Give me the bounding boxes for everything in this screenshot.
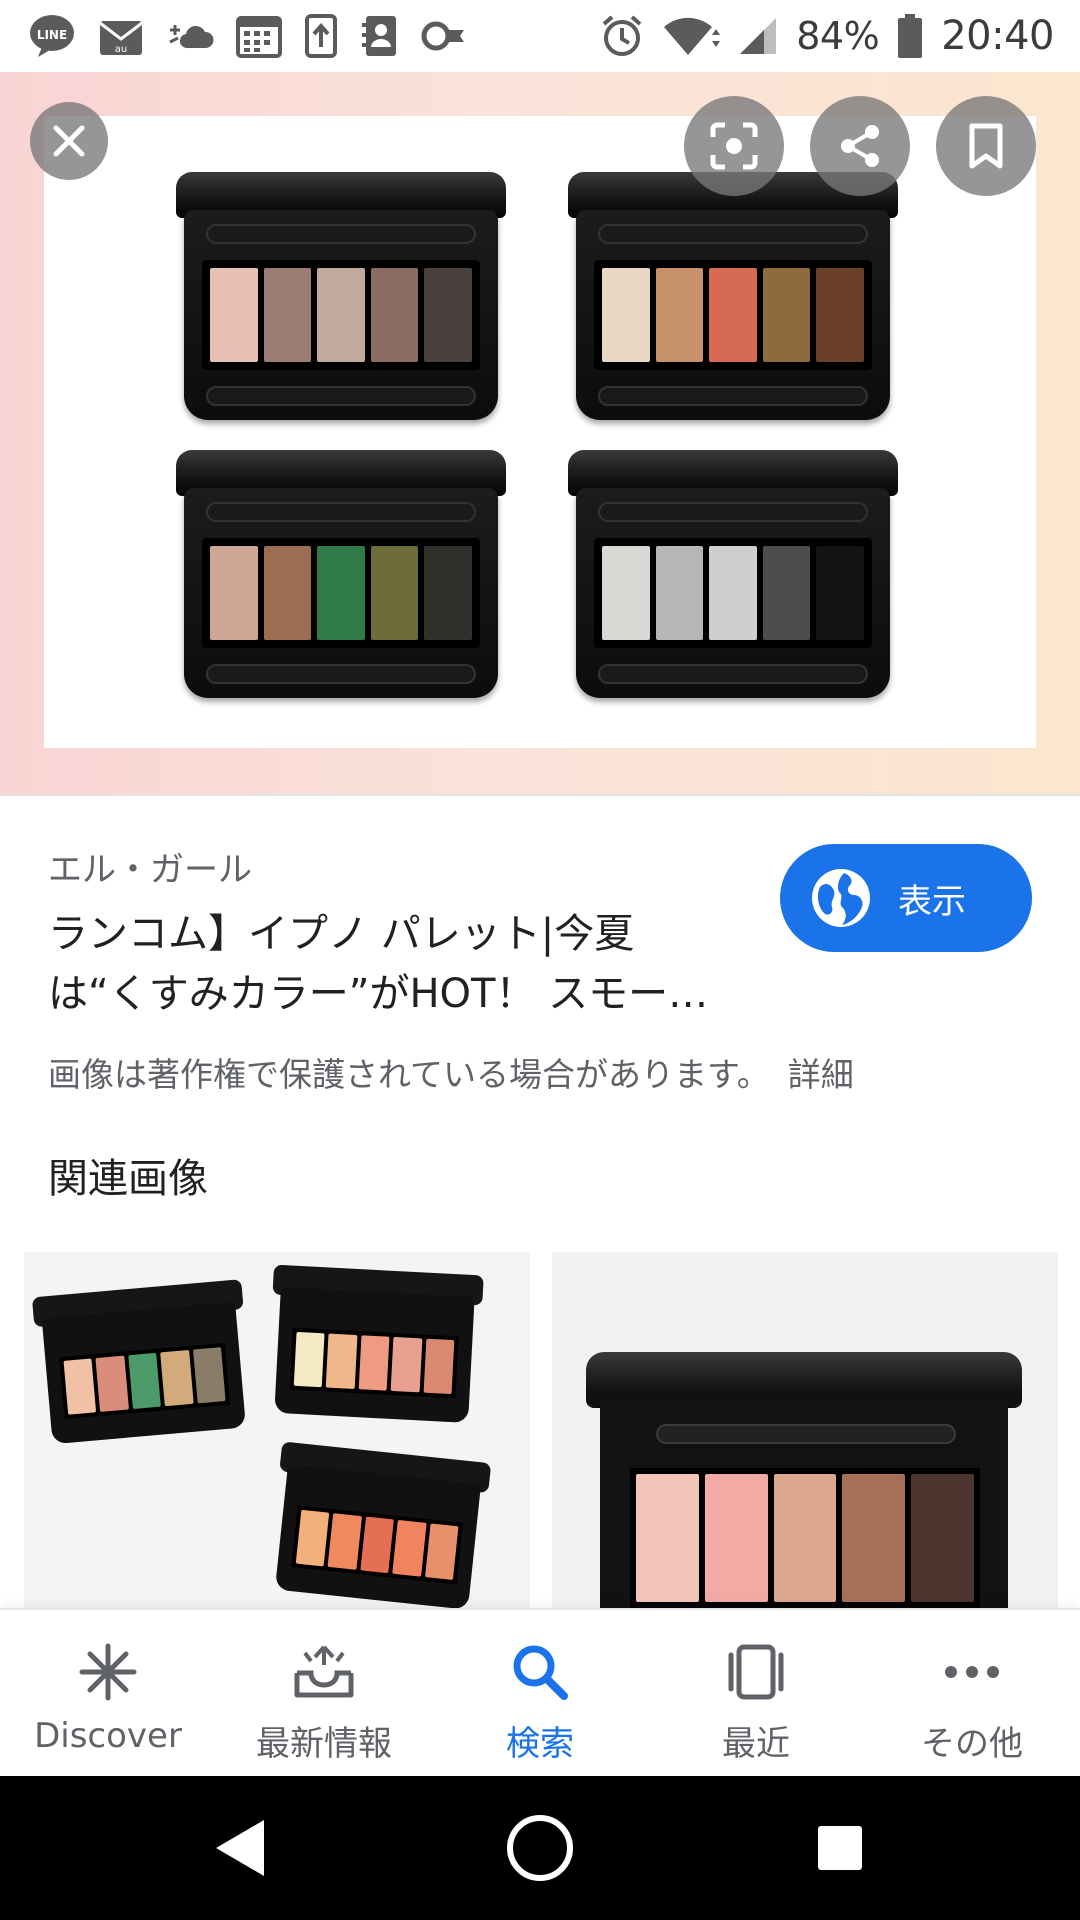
eyeshadow-palette [266, 1264, 484, 1426]
palette-pans [202, 538, 480, 648]
status-bar: LINE au 84% 20:40 [0, 0, 1080, 72]
search-icon [513, 1645, 568, 1700]
lens-icon [710, 122, 758, 170]
palette-pans [594, 538, 872, 648]
nav-label: Discover [34, 1716, 182, 1756]
palette-pans [202, 260, 480, 370]
battery-percent: 84% [796, 14, 880, 58]
visit-label: 表示 [898, 881, 966, 922]
nav-label: 検索 [506, 1724, 574, 1764]
preview-image-frame [44, 116, 1036, 748]
key-icon [421, 21, 464, 51]
line-icon: LINE [30, 15, 74, 57]
home-icon [507, 1815, 573, 1881]
source-site[interactable]: エル・ガール [48, 842, 252, 891]
preview-image[interactable] [0, 72, 1080, 794]
recent-icon [728, 1644, 784, 1700]
alarm-icon [602, 15, 642, 56]
page-title[interactable]: ランコム】イプノ パレット|今夏 は“くすみカラー”がHOT！ スモー… [48, 904, 748, 1024]
svg-text:au: au [115, 44, 127, 55]
page-title-line: ランコム】イプノ パレット|今夏 [48, 911, 635, 957]
home-button[interactable] [460, 1776, 620, 1920]
eyeshadow-palette [170, 172, 512, 424]
eyeshadow-palette [267, 1441, 492, 1608]
visit-button[interactable]: 表示 [780, 844, 1032, 952]
signal-icon [740, 18, 777, 54]
close-icon [53, 125, 85, 157]
system-navigation-bar [0, 1776, 1080, 1920]
related-images-heading: 関連画像 [48, 1156, 208, 1202]
upload-icon [305, 14, 337, 58]
details-link[interactable]: 詳細 [788, 1055, 854, 1094]
bottom-navigation: Discover 最新情報 検索 最近 その他 [0, 1608, 1080, 1776]
eyeshadow-palette [562, 172, 904, 424]
overview-icon [818, 1826, 862, 1870]
palette-pans [594, 260, 872, 370]
updates-icon [294, 1645, 354, 1698]
more-icon [945, 1666, 999, 1678]
eyeshadow-palette [31, 1279, 254, 1447]
nav-updates[interactable]: 最新情報 [216, 1610, 432, 1776]
contacts-icon [362, 16, 396, 56]
nav-recent[interactable]: 最近 [648, 1610, 864, 1776]
nav-discover[interactable]: Discover [0, 1610, 216, 1776]
lens-button[interactable] [684, 96, 784, 196]
back-button[interactable] [160, 1776, 320, 1920]
share-icon [841, 125, 879, 167]
line-badge-text: LINE [37, 28, 67, 42]
nav-more[interactable]: その他 [864, 1610, 1080, 1776]
divider [0, 794, 1080, 796]
page-title-line: は“くすみカラー”がHOT！ スモー… [48, 971, 709, 1017]
battery-icon [898, 14, 923, 58]
bookmark-icon [969, 123, 1003, 169]
close-button[interactable] [30, 102, 108, 180]
recents-button[interactable] [760, 1776, 920, 1920]
bookmark-button[interactable] [936, 96, 1036, 196]
globe-icon [812, 869, 870, 927]
nav-search[interactable]: 検索 [432, 1610, 648, 1776]
nav-label: 最新情報 [256, 1724, 392, 1764]
discover-icon [79, 1643, 137, 1701]
status-bar-notifications: LINE au [28, 10, 468, 62]
nav-label: その他 [921, 1724, 1023, 1764]
related-image-thumbnail[interactable] [552, 1252, 1058, 1608]
back-icon [216, 1820, 264, 1876]
eyeshadow-palette [562, 450, 904, 702]
au-mail-icon: au [99, 21, 143, 55]
status-bar-system: 84% 20:40 [600, 8, 1054, 64]
copyright-notice: 画像は著作権で保護されている場合があります。 詳細 [48, 1048, 854, 1096]
wifi-icon [664, 17, 721, 55]
related-image-thumbnail[interactable] [24, 1252, 530, 1608]
eyeshadow-palette [586, 1352, 1022, 1608]
clock: 20:40 [941, 13, 1054, 59]
calendar-icon [236, 16, 282, 58]
nav-label: 最近 [722, 1724, 790, 1764]
weather-icon [169, 25, 214, 49]
share-button[interactable] [810, 96, 910, 196]
eyeshadow-palette [170, 450, 512, 702]
copyright-text: 画像は著作権で保護されている場合があります。 [48, 1055, 770, 1094]
